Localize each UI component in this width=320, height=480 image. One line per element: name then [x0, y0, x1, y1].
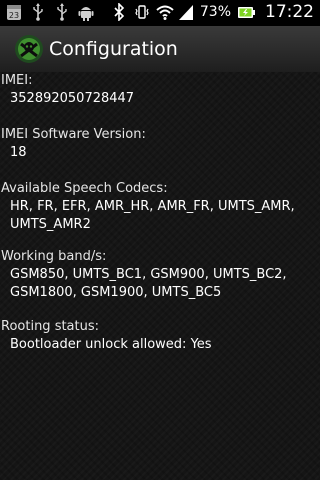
section-label: Available Speech Codecs:: [1, 181, 168, 196]
section-value: Bootloader unlock allowed: Yes: [10, 337, 212, 352]
page-title: Configuration: [49, 38, 178, 60]
android-icon: [78, 3, 94, 21]
system-icons: 73% 17:22: [112, 2, 314, 22]
signal-icon: [178, 3, 194, 21]
app-logo-icon: [14, 34, 44, 64]
section-value: GSM850, UMTS_BC1, GSM900, UMTS_BC2, GSM1…: [10, 267, 287, 300]
section-label: IMEI Software Version:: [1, 127, 146, 142]
battery-percent: 73%: [199, 4, 231, 20]
notification-icons: 23: [6, 3, 94, 21]
speech-codecs-section: Available Speech Codecs: HR, FR, EFR, AM…: [0, 180, 320, 234]
bluetooth-icon: [112, 2, 128, 22]
wifi-icon: [156, 3, 174, 21]
section-label: Working band/s:: [1, 249, 107, 264]
action-bar: Configuration: [0, 26, 320, 73]
clock: 17:22: [265, 2, 314, 22]
usb-icon: [54, 3, 70, 21]
section-value: 18: [10, 145, 27, 160]
usb-icon: [30, 3, 46, 21]
section-label: IMEI:: [1, 73, 33, 88]
rooting-status-section: Rooting status: Bootloader unlock allowe…: [0, 318, 320, 354]
vibrate-icon: [134, 3, 150, 21]
battery-charging-icon: [237, 3, 255, 21]
configuration-list: IMEI: 352892050728447 IMEI Software Vers…: [0, 72, 320, 480]
working-bands-section: Working band/s: GSM850, UMTS_BC1, GSM900…: [0, 248, 320, 302]
section-label: Rooting status:: [1, 319, 100, 334]
calendar-day: 23: [9, 11, 19, 20]
section-value: HR, FR, EFR, AMR_HR, AMR_FR, UMTS_AMR, U…: [10, 199, 295, 232]
status-bar: 23 73% 17:22: [0, 0, 320, 26]
calendar-icon: 23: [6, 3, 22, 21]
imei-software-version-section: IMEI Software Version: 18: [0, 126, 320, 162]
imei-section: IMEI: 352892050728447: [0, 72, 320, 108]
section-value: 352892050728447: [10, 91, 135, 106]
